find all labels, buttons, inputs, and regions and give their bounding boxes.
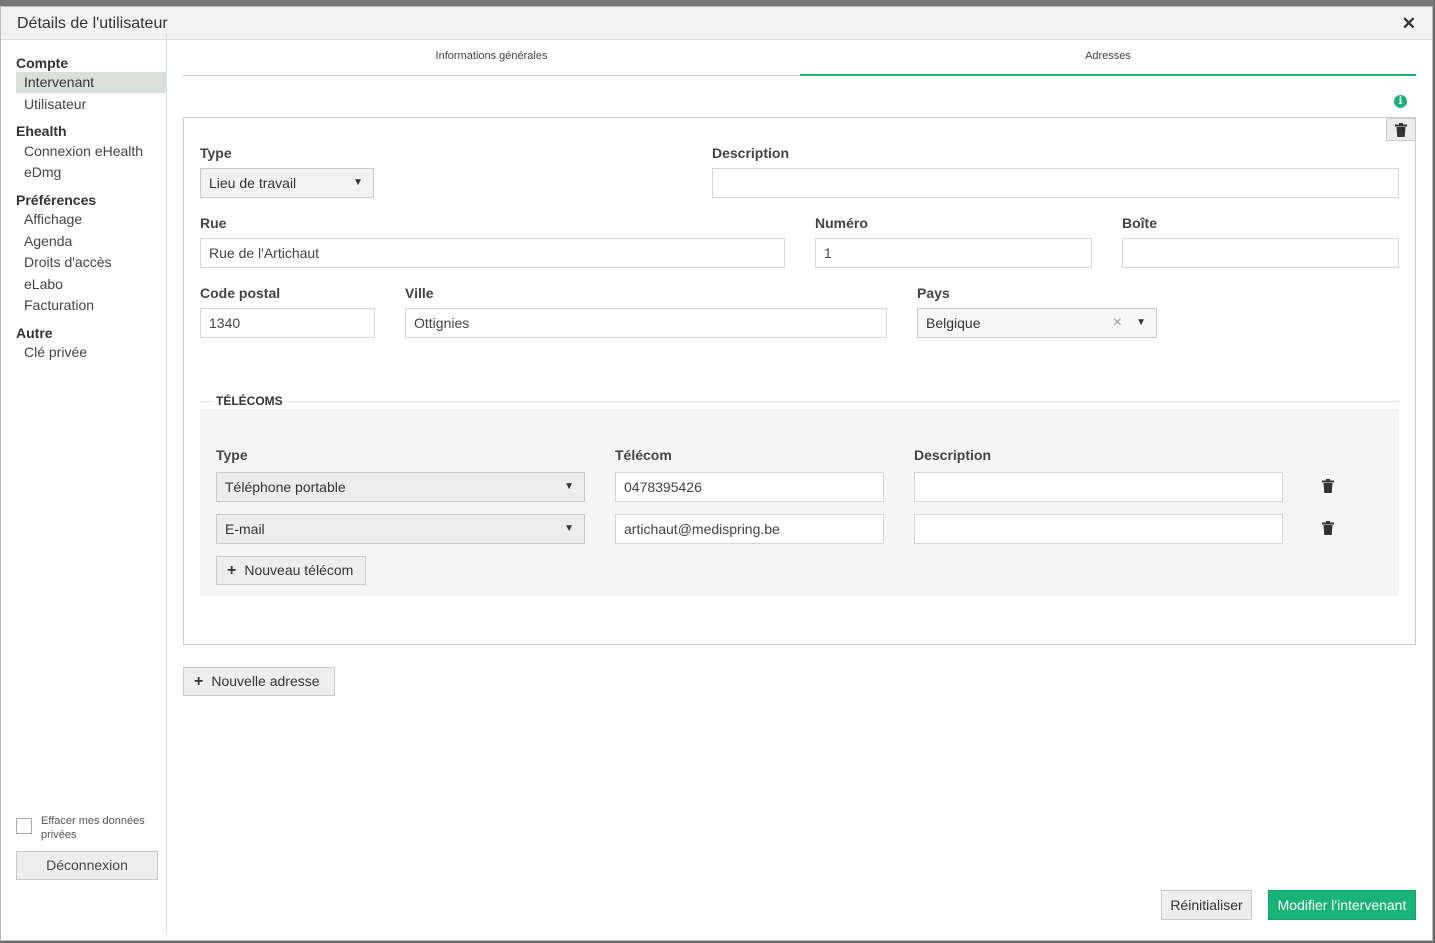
dialog-title: Détails de l'utilisateur (17, 15, 168, 32)
add-address-label: Nouvelle adresse (211, 673, 320, 689)
telecom-row-1-type: Téléphone portable (225, 479, 346, 495)
postal-code-input[interactable]: 1340 (200, 308, 375, 338)
country-select[interactable]: Belgique × ▼ (917, 308, 1157, 338)
caret-down-icon: ▼ (353, 177, 363, 188)
caret-down-icon: ▼ (564, 481, 574, 492)
city-input[interactable]: Ottignies (405, 308, 887, 338)
box-input[interactable] (1122, 238, 1399, 268)
sidebar-item-connexion-ehealth[interactable]: Connexion eHealth (16, 141, 166, 162)
telecom-description-header: Description (914, 447, 992, 463)
sidebar-item-agenda[interactable]: Agenda (16, 231, 166, 252)
trash-icon (1395, 123, 1407, 137)
telecom-row-1-type-select[interactable]: Téléphone portable ▼ (216, 472, 585, 502)
country-value: Belgique (926, 315, 981, 331)
address-type-label: Type (200, 145, 232, 161)
trash-icon[interactable] (1322, 479, 1334, 493)
telecoms-title: TÉLÉCOMS (212, 394, 287, 408)
telecom-row-1-value-input[interactable]: 0478395426 (615, 472, 884, 502)
erase-private-data-checkbox[interactable] (16, 818, 32, 834)
caret-down-icon: ▼ (1136, 317, 1146, 328)
sidebar-item-utilisateur[interactable]: Utilisateur (16, 94, 166, 115)
tab-bar: Informations générales Adresses (183, 45, 1416, 76)
sidebar-item-cle-privee[interactable]: Clé privée (16, 342, 166, 363)
sidebar-group-autre: Autre (16, 325, 53, 341)
sidebar-item-facturation[interactable]: Facturation (16, 295, 166, 316)
number-label: Numéro (815, 215, 868, 231)
telecoms-legend-bg (200, 395, 1399, 409)
erase-private-data-label: Effacer mes données privées (41, 815, 145, 841)
city-label: Ville (405, 285, 434, 301)
plus-icon: + (227, 562, 237, 579)
add-address-button[interactable]: + Nouvelle adresse (183, 667, 335, 696)
telecom-row-2-type: E-mail (225, 521, 265, 537)
telecom-value-header: Télécom (615, 447, 672, 463)
trash-icon[interactable] (1322, 521, 1334, 535)
tab-addresses[interactable]: Adresses (800, 45, 1416, 76)
add-telecom-label: Nouveau télécom (244, 562, 354, 578)
close-icon[interactable]: ✕ (1402, 14, 1416, 34)
submit-button[interactable]: Modifier l'intervenant (1268, 890, 1416, 920)
caret-down-icon: ▼ (564, 523, 574, 534)
plus-icon: + (194, 673, 204, 690)
info-icon[interactable]: i (1394, 95, 1407, 108)
sidebar-item-edmg[interactable]: eDmg (16, 162, 166, 183)
clear-icon[interactable]: × (1113, 309, 1122, 337)
address-description-input[interactable] (712, 168, 1399, 198)
street-input[interactable]: Rue de l'Artichaut (200, 238, 785, 268)
telecoms-divider (200, 401, 1399, 402)
address-type-select[interactable]: Lieu de travail ▼ (200, 168, 374, 198)
telecom-row-2-type-select[interactable]: E-mail ▼ (216, 514, 585, 544)
telecom-row-1-description-input[interactable] (914, 472, 1283, 502)
sidebar-item-elabo[interactable]: eLabo (16, 274, 166, 295)
address-type-value: Lieu de travail (209, 175, 297, 191)
reset-button[interactable]: Réinitialiser (1161, 890, 1252, 920)
logout-button[interactable]: Déconnexion (16, 851, 158, 880)
address-description-label: Description (712, 145, 790, 161)
sidebar-item-droits-acces[interactable]: Droits d'accès (16, 252, 166, 273)
sidebar-group-preferences: Préférences (16, 192, 97, 208)
box-label: Boîte (1122, 215, 1157, 231)
street-label: Rue (200, 215, 227, 231)
telecom-row-2-value-input[interactable]: artichaut@medispring.be (615, 514, 884, 544)
delete-address-button[interactable] (1386, 118, 1416, 141)
postal-code-label: Code postal (200, 285, 281, 301)
add-telecom-button[interactable]: + Nouveau télécom (216, 556, 366, 585)
tab-general-info[interactable]: Informations générales (183, 45, 800, 76)
telecom-type-header: Type (216, 447, 248, 463)
sidebar-item-intervenant[interactable]: Intervenant (16, 72, 166, 93)
erase-private-data: Effacer mes données privées (16, 812, 166, 842)
sidebar-group-ehealth: Ehealth (16, 123, 67, 139)
country-label: Pays (917, 285, 950, 301)
sidebar-group-compte: Compte (16, 55, 69, 71)
dialog-titlebar: Détails de l'utilisateur ✕ (1, 7, 1432, 40)
number-input[interactable]: 1 (815, 238, 1092, 268)
telecom-row-2-description-input[interactable] (914, 514, 1283, 544)
sidebar-item-affichage[interactable]: Affichage (16, 209, 166, 230)
